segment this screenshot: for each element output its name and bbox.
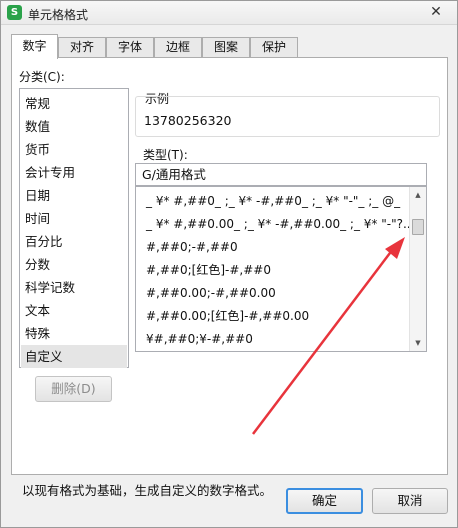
scroll-up-icon[interactable]: ▲ xyxy=(410,187,426,203)
format-list[interactable]: _ ¥* #,##0_ ;_ ¥* -#,##0_ ;_ ¥* "-"_ ;_ … xyxy=(135,186,427,352)
category-item-number[interactable]: 数值 xyxy=(21,115,127,138)
format-item[interactable]: ¥#,##0;¥-#,##0 xyxy=(136,328,410,351)
category-item-text[interactable]: 文本 xyxy=(21,299,127,322)
tab-pattern[interactable]: 图案 xyxy=(202,37,250,58)
title-bar[interactable]: S 单元格格式 ✕ xyxy=(1,1,457,25)
sample-value: 13780256320 xyxy=(144,113,232,128)
category-item-special[interactable]: 特殊 xyxy=(21,322,127,345)
category-item-scientific[interactable]: 科学记数 xyxy=(21,276,127,299)
tab-alignment[interactable]: 对齐 xyxy=(58,37,106,58)
format-item[interactable]: #,##0;[红色]-#,##0 xyxy=(136,259,410,282)
format-list-scrollbar[interactable]: ▲ ▼ xyxy=(409,187,426,351)
delete-button[interactable]: 删除(D) xyxy=(35,376,112,402)
category-item-percentage[interactable]: 百分比 xyxy=(21,230,127,253)
category-item-general[interactable]: 常规 xyxy=(21,92,127,115)
format-cells-dialog: S 单元格格式 ✕ 数字 对齐 字体 边框 图案 保护 分类(C): 常规 数值… xyxy=(0,0,458,528)
scroll-down-icon[interactable]: ▼ xyxy=(410,335,426,351)
description-text: 以现有格式为基础，生成自定义的数字格式。 xyxy=(22,483,273,498)
category-item-currency[interactable]: 货币 xyxy=(21,138,127,161)
number-tab-panel: 分类(C): 常规 数值 货币 会计专用 日期 时间 百分比 分数 科学记数 文… xyxy=(11,57,448,498)
type-input[interactable]: G/通用格式 xyxy=(135,163,427,186)
cancel-button[interactable]: 取消 xyxy=(372,488,448,514)
format-item[interactable]: _ ¥* #,##0.00_ ;_ ¥* -#,##0.00_ ;_ ¥* "-… xyxy=(136,213,410,236)
scroll-thumb[interactable] xyxy=(412,219,424,235)
category-item-date[interactable]: 日期 xyxy=(21,184,127,207)
type-label: 类型(T): xyxy=(143,148,188,162)
tab-font[interactable]: 字体 xyxy=(106,37,154,58)
category-item-time[interactable]: 时间 xyxy=(21,207,127,230)
format-item[interactable]: #,##0.00;-#,##0.00 xyxy=(136,282,410,305)
app-logo-icon: S xyxy=(7,5,22,20)
sample-box: 13780256320 xyxy=(135,96,440,137)
category-item-fraction[interactable]: 分数 xyxy=(21,253,127,276)
category-list[interactable]: 常规 数值 货币 会计专用 日期 时间 百分比 分数 科学记数 文本 特殊 自定… xyxy=(19,88,129,368)
tab-border[interactable]: 边框 xyxy=(154,37,202,58)
format-item[interactable]: #,##0.00;[红色]-#,##0.00 xyxy=(136,305,410,328)
tab-protection[interactable]: 保护 xyxy=(250,37,298,58)
category-item-accounting[interactable]: 会计专用 xyxy=(21,161,127,184)
format-item[interactable]: _ ¥* #,##0_ ;_ ¥* -#,##0_ ;_ ¥* "-"_ ;_ … xyxy=(136,190,410,213)
close-button[interactable]: ✕ xyxy=(425,3,447,21)
ok-button[interactable]: 确定 xyxy=(286,488,363,514)
format-item[interactable]: #,##0;-#,##0 xyxy=(136,236,410,259)
category-label: 分类(C): xyxy=(19,70,65,84)
category-item-custom[interactable]: 自定义 xyxy=(21,345,127,368)
window-title: 单元格格式 xyxy=(28,8,89,22)
tab-number[interactable]: 数字 xyxy=(11,34,58,59)
